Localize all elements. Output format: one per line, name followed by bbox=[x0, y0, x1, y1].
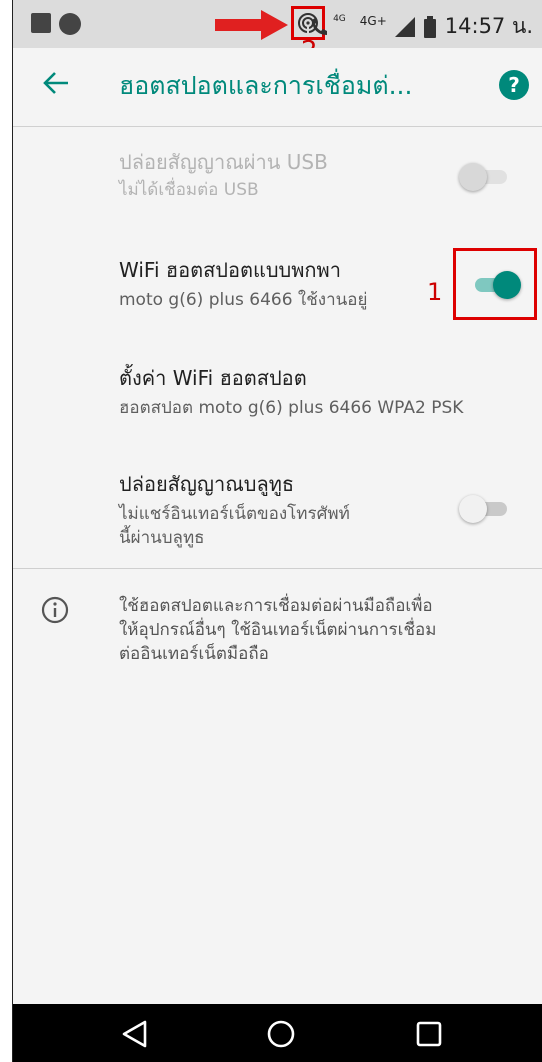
info-line: ใช้ฮอตสปอตและการเชื่อมต่อผ่านมือถือเพื่อ bbox=[119, 596, 433, 616]
divider bbox=[13, 568, 542, 569]
status-bar: 2 4G 4G+ 14:57 น. bbox=[13, 0, 542, 66]
setting-summary: ไม่ได้เชื่อมต่อ USB bbox=[119, 180, 259, 200]
setting-wifi-hotspot-setup[interactable]: ตั้งค่า WiFi ฮอตสปอต ฮอตสปอต moto g(6) p… bbox=[13, 358, 542, 438]
setting-summary: ฮอตสปอต moto g(6) plus 6466 WPA2 PSK bbox=[119, 398, 464, 418]
setting-summary-line2: นี้ผ่านบลูทูธ bbox=[119, 528, 205, 548]
clock: 14:57 น. bbox=[444, 14, 533, 38]
setting-title: ปล่อยสัญญาณผ่าน USB bbox=[119, 150, 328, 174]
setting-summary-line1: ไม่แชร์อินเทอร์เน็ตของโทรศัพท์ bbox=[119, 504, 350, 524]
back-arrow-icon[interactable] bbox=[41, 68, 71, 98]
red-arrow-annotation bbox=[215, 10, 288, 40]
recents-icon[interactable] bbox=[413, 1018, 445, 1050]
info-text: ใช้ฮอตสปอตและการเชื่อมต่อผ่านมือถือเพื่อ… bbox=[119, 594, 436, 666]
setting-usb-tethering: ปล่อยสัญญาณผ่าน USB ไม่ได้เชื่อมต่อ USB bbox=[13, 140, 542, 220]
volte-call-icon bbox=[312, 17, 328, 35]
setting-title: WiFi ฮอตสปอตแบบพกพา bbox=[119, 258, 341, 282]
network-label: 4G+ bbox=[359, 13, 387, 28]
usb-tethering-toggle bbox=[459, 160, 513, 194]
page-title: ฮอตสปอตและการเชื่อมต่... bbox=[119, 71, 413, 100]
phone-screen: 2 4G 4G+ 14:57 น. ฮอตสปอตและการเชื่อมต่.… bbox=[12, 0, 542, 1062]
toggle-annotation-box bbox=[453, 248, 537, 320]
toggle-thumb bbox=[459, 495, 487, 523]
bluetooth-tethering-toggle[interactable] bbox=[459, 492, 513, 526]
info-line: ให้อุปกรณ์อื่นๆ ใช้อินเทอร์เน็ตผ่านการเช… bbox=[119, 620, 437, 640]
navigation-bar bbox=[13, 1004, 542, 1062]
battery-icon bbox=[423, 15, 436, 38]
signal-icon bbox=[394, 16, 415, 37]
setting-title: ปล่อยสัญญาณบลูทูธ bbox=[119, 472, 295, 496]
setting-summary: moto g(6) plus 6466 ใช้งานอยู่ bbox=[119, 290, 368, 310]
volte-label: 4G bbox=[333, 13, 346, 24]
info-icon bbox=[41, 596, 69, 624]
setting-bluetooth-tethering[interactable]: ปล่อยสัญญาณบลูทูธ ไม่แชร์อินเทอร์เน็ตของ… bbox=[13, 464, 542, 560]
info-line: ต่ออินเทอร์เน็ตมือถือ bbox=[119, 644, 269, 664]
annotation-label-1: 1 bbox=[427, 278, 443, 306]
toggle-thumb bbox=[459, 163, 487, 191]
whatsapp-icon bbox=[59, 13, 81, 35]
home-icon[interactable] bbox=[265, 1018, 297, 1050]
back-icon[interactable] bbox=[119, 1018, 151, 1050]
setting-title: ตั้งค่า WiFi ฮอตสปอต bbox=[119, 366, 307, 390]
help-icon[interactable]: ? bbox=[499, 70, 529, 100]
app-bar: ฮอตสปอตและการเชื่อมต่... ? bbox=[13, 48, 542, 127]
image-icon bbox=[31, 13, 51, 33]
